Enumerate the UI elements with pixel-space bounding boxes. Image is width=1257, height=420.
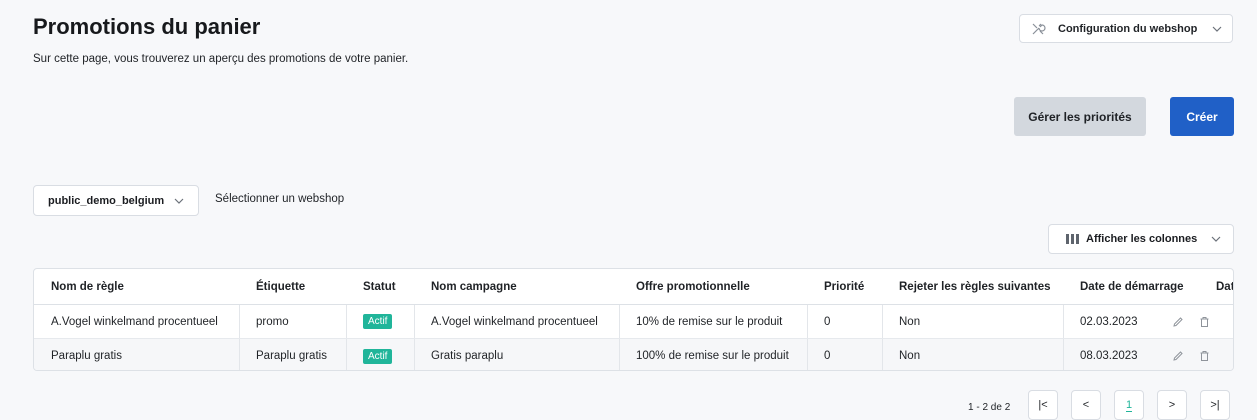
create-button[interactable]: Créer (1170, 97, 1234, 136)
edit-icon[interactable] (1172, 339, 1184, 370)
webshop-config-dropdown[interactable]: Configuration du webshop (1019, 14, 1233, 43)
column-header-rule-name[interactable]: Nom de règle (51, 269, 124, 304)
last-page-button[interactable]: >| (1200, 390, 1230, 420)
chevron-down-icon (1212, 26, 1222, 32)
prev-page-button[interactable]: < (1071, 390, 1101, 420)
column-header-offer[interactable]: Offre promotionnelle (636, 269, 750, 304)
table-row[interactable]: A.Vogel winkelmand procentueel promo Act… (34, 305, 1233, 339)
cell-reject-rules: Non (899, 350, 921, 362)
cell-rule-name: Paraplu gratis (51, 350, 122, 362)
page-number-button[interactable]: 1 (1114, 390, 1144, 420)
chevron-down-icon (1211, 236, 1221, 242)
column-header-label[interactable]: Étiquette (256, 269, 305, 304)
page-title: Promotions du panier (33, 14, 261, 39)
cell-offer: 10% de remise sur le produit (636, 315, 783, 328)
cell-campaign: A.Vogel winkelmand procentueel (431, 315, 598, 328)
column-header-status[interactable]: Statut (363, 269, 396, 304)
status-badge: Actif (363, 314, 393, 329)
chevron-down-icon (174, 198, 184, 204)
pagination-range: 1 - 2 de 2 (968, 402, 1011, 413)
edit-icon[interactable] (1172, 305, 1184, 338)
cell-label: promo (256, 315, 289, 328)
status-badge: Actif (363, 348, 393, 364)
page-subtitle: Sur cette page, vous trouverez un aperçu… (33, 53, 409, 65)
show-columns-dropdown[interactable]: Afficher les colonnes (1048, 224, 1234, 254)
webshop-select-value: public_demo_belgium (48, 194, 165, 207)
trash-icon[interactable] (1199, 339, 1210, 370)
promotions-table: Nom de règle Étiquette Statut Nom campag… (33, 268, 1234, 371)
column-header-end-date[interactable]: Dat (1216, 269, 1233, 304)
webshop-select[interactable]: public_demo_belgium (33, 185, 199, 216)
cell-campaign: Gratis paraplu (431, 350, 504, 362)
cell-label: Paraplu gratis (256, 350, 327, 362)
cell-status: Actif (363, 339, 393, 370)
cell-start-date: 02.03.2023 (1080, 315, 1138, 328)
columns-icon (1066, 234, 1080, 244)
column-header-start-date[interactable]: Date de démarrage (1080, 269, 1184, 304)
cell-offer: 100% de remise sur le produit (636, 350, 789, 362)
table-header-row: Nom de règle Étiquette Statut Nom campag… (34, 269, 1233, 305)
show-columns-label: Afficher les colonnes (1086, 233, 1198, 245)
column-header-priority[interactable]: Priorité (824, 269, 864, 304)
webshop-config-label: Configuration du webshop (1058, 22, 1198, 35)
cell-status: Actif (363, 305, 393, 338)
tools-icon (1030, 21, 1050, 37)
column-header-reject-rules[interactable]: Rejeter les règles suivantes (899, 269, 1051, 304)
next-page-button[interactable]: > (1157, 390, 1187, 420)
webshop-select-label: Sélectionner un webshop (215, 193, 345, 205)
cell-rule-name: A.Vogel winkelmand procentueel (51, 315, 218, 328)
cell-reject-rules: Non (899, 315, 921, 328)
cell-priority: 0 (824, 315, 831, 328)
column-header-campaign[interactable]: Nom campagne (431, 269, 517, 304)
trash-icon[interactable] (1199, 305, 1210, 338)
first-page-button[interactable]: |< (1028, 390, 1058, 420)
cell-priority: 0 (824, 350, 831, 362)
table-row[interactable]: Paraplu gratis Paraplu gratis Actif Grat… (34, 339, 1233, 370)
cell-start-date: 08.03.2023 (1080, 350, 1138, 362)
current-page-number: 1 (1125, 398, 1133, 412)
manage-priorities-button[interactable]: Gérer les priorités (1014, 97, 1146, 136)
